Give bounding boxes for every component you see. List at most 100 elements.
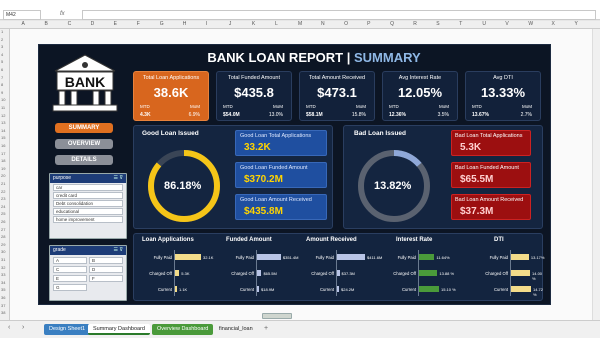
received-bar[interactable] — [337, 286, 339, 292]
row-header[interactable]: 15 — [1, 135, 5, 140]
row-header[interactable]: 6 — [1, 67, 3, 72]
column-header[interactable]: H — [183, 21, 187, 27]
column-header[interactable]: V — [505, 21, 508, 27]
interest-bar[interactable] — [419, 270, 438, 276]
row-header[interactable]: 38 — [1, 310, 5, 315]
column-header[interactable]: N — [321, 21, 325, 27]
row-header[interactable]: 27 — [1, 227, 5, 232]
row-header[interactable]: 35 — [1, 287, 5, 292]
row-header[interactable]: 2 — [1, 37, 3, 42]
slicer-item[interactable]: Debt consolidation — [53, 200, 123, 207]
add-sheet-icon[interactable]: + — [264, 325, 268, 332]
column-header[interactable]: Y — [574, 21, 577, 27]
dti-bar[interactable] — [511, 254, 529, 260]
column-header[interactable]: O — [344, 21, 348, 27]
funded-bar[interactable] — [257, 286, 259, 292]
horizontal-scrollbar-thumb[interactable] — [262, 313, 292, 319]
slicer-item[interactable]: home improvement — [53, 216, 123, 223]
grade-slicer[interactable]: grade ☰ ⊽ A B C D E F G — [49, 245, 127, 301]
clear-filter-icon[interactable]: ☰ ⊽ — [113, 175, 123, 181]
row-header[interactable]: 3 — [1, 44, 3, 49]
slicer-item[interactable]: car — [53, 184, 123, 191]
row-header[interactable]: 24 — [1, 204, 5, 209]
nav-summary-button[interactable]: SUMMARY — [55, 123, 113, 133]
funded-bar[interactable] — [257, 254, 281, 260]
vertical-scrollbar[interactable] — [592, 29, 600, 320]
applications-bar[interactable] — [175, 254, 201, 260]
row-header[interactable]: 14 — [1, 128, 5, 133]
column-header[interactable]: Q — [390, 21, 394, 27]
row-header[interactable]: 36 — [1, 295, 5, 300]
slicer-item[interactable]: credit card — [53, 192, 123, 199]
row-header[interactable]: 31 — [1, 257, 5, 262]
column-header[interactable]: C — [68, 21, 72, 27]
column-header[interactable]: L — [275, 21, 278, 27]
nav-prev-icon[interactable]: ‹ — [8, 324, 10, 331]
row-header[interactable]: 25 — [1, 211, 5, 216]
slicer-item[interactable]: B — [89, 257, 123, 264]
tab-design-sheet[interactable]: Design Sheet1 — [44, 324, 91, 335]
column-header[interactable]: X — [551, 21, 554, 27]
slicer-item[interactable]: C — [53, 266, 87, 273]
funded-bar[interactable] — [257, 270, 262, 276]
row-header[interactable]: 4 — [1, 52, 3, 57]
row-header[interactable]: 22 — [1, 189, 5, 194]
clear-filter-icon[interactable]: ☰ ⊽ — [113, 247, 123, 253]
row-header[interactable]: 16 — [1, 143, 5, 148]
row-header[interactable]: 34 — [1, 280, 5, 285]
column-header[interactable]: E — [114, 21, 117, 27]
tab-summary-dashboard[interactable]: Summary Dashboard — [88, 324, 150, 335]
purpose-slicer[interactable]: purpose ☰ ⊽ car credit card Debt consolid… — [49, 173, 127, 239]
column-header[interactable]: K — [252, 21, 255, 27]
row-header[interactable]: 7 — [1, 75, 3, 80]
row-header[interactable]: 30 — [1, 249, 5, 254]
received-bar[interactable] — [337, 270, 340, 276]
row-header[interactable]: 26 — [1, 219, 5, 224]
column-header[interactable]: P — [367, 21, 370, 27]
row-header[interactable]: 12 — [1, 113, 5, 118]
column-header[interactable]: U — [482, 21, 486, 27]
row-header[interactable]: 1 — [1, 29, 3, 34]
column-header[interactable]: I — [206, 21, 207, 27]
slicer-item[interactable]: educational — [53, 208, 123, 215]
column-header[interactable]: M — [298, 21, 302, 27]
row-header[interactable]: 20 — [1, 173, 5, 178]
row-header[interactable]: 32 — [1, 265, 5, 270]
row-header[interactable]: 17 — [1, 151, 5, 156]
row-header[interactable]: 9 — [1, 90, 3, 95]
column-header[interactable]: J — [229, 21, 232, 27]
interest-bar[interactable] — [419, 286, 439, 292]
row-header[interactable]: 5 — [1, 59, 3, 64]
tab-financial-loan[interactable]: financial_loan — [214, 324, 258, 335]
nav-next-icon[interactable]: › — [22, 324, 24, 331]
column-header[interactable]: S — [436, 21, 439, 27]
column-header[interactable]: A — [22, 21, 25, 27]
row-header[interactable]: 18 — [1, 158, 5, 163]
column-header[interactable]: F — [137, 21, 140, 27]
column-header[interactable]: B — [45, 21, 48, 27]
applications-bar[interactable] — [175, 286, 177, 292]
row-header[interactable]: 8 — [1, 82, 3, 87]
row-header[interactable]: 11 — [1, 105, 5, 110]
row-header[interactable]: 19 — [1, 166, 5, 171]
tab-overview-dashboard[interactable]: Overview Dashboard — [152, 324, 214, 335]
slicer-item[interactable]: D — [89, 266, 123, 273]
row-header[interactable]: 37 — [1, 303, 5, 308]
slicer-item[interactable]: E — [53, 275, 87, 282]
row-header[interactable]: 10 — [1, 97, 5, 102]
name-box[interactable]: M42 — [3, 10, 41, 20]
slicer-item[interactable]: A — [53, 257, 87, 264]
row-header[interactable]: 33 — [1, 272, 5, 277]
column-header[interactable]: T — [459, 21, 462, 27]
row-header[interactable]: 21 — [1, 181, 5, 186]
dti-bar[interactable] — [511, 286, 531, 292]
slicer-item[interactable]: G — [53, 284, 87, 291]
column-header[interactable]: D — [91, 21, 95, 27]
slicer-item[interactable]: F — [89, 275, 123, 282]
row-header[interactable]: 29 — [1, 242, 5, 247]
column-header[interactable]: R — [413, 21, 417, 27]
nav-details-button[interactable]: DETAILS — [55, 155, 113, 165]
row-header[interactable]: 13 — [1, 120, 5, 125]
formula-input[interactable] — [82, 10, 596, 20]
row-header[interactable]: 28 — [1, 234, 5, 239]
